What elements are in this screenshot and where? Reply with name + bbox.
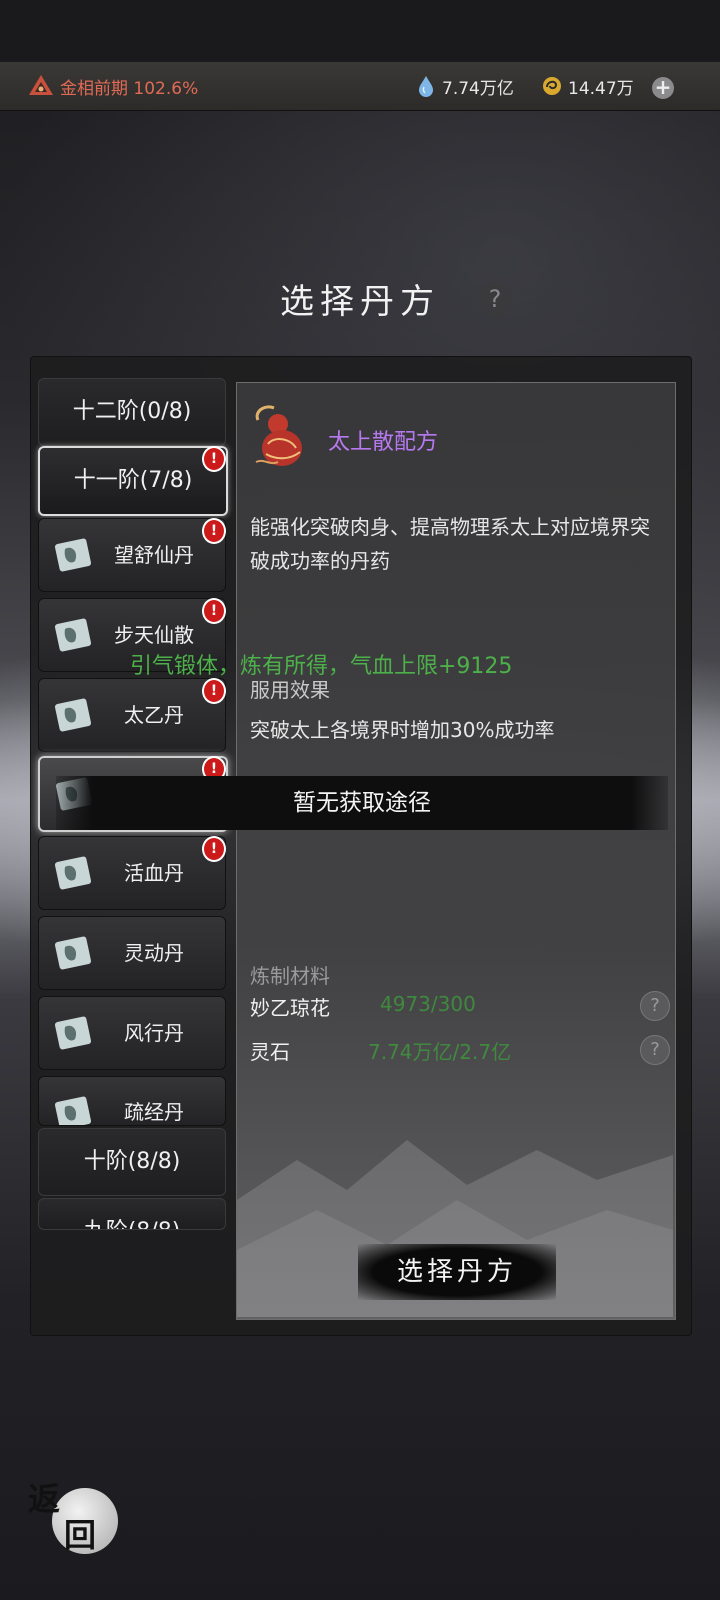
alert-badge-icon: !: [202, 598, 226, 624]
alert-badge-icon: !: [202, 446, 226, 472]
coin-icon: [543, 77, 561, 95]
pill-item-lingdong[interactable]: 灵动丹: [38, 916, 226, 990]
recipe-description: 能强化突破肉身、提高物理系太上对应境界突破成功率的丹药: [250, 515, 650, 573]
pill-item-taiyi[interactable]: 太乙丹: [38, 678, 226, 752]
recipe-scroll-icon: [54, 698, 92, 732]
realm-indicator[interactable]: 金相前期 102.6%: [26, 62, 198, 110]
page-title: 选择丹方: [280, 282, 440, 322]
water-drop-icon: [419, 76, 433, 97]
material-amount: 4973/300: [380, 992, 476, 1016]
pill-name: 太乙丹: [124, 703, 184, 727]
pill-name: 灵动丹: [124, 941, 184, 965]
recipe-scroll-icon: [54, 936, 92, 970]
realm-text: 金相前期 102.6%: [60, 78, 199, 99]
pill-name: 望舒仙丹: [114, 543, 194, 567]
recipe-scroll-icon: [54, 538, 92, 572]
recipe-scroll-icon: [54, 1016, 92, 1050]
pill-item-huoxue[interactable]: 活血丹: [38, 836, 226, 910]
cultivation-toast: 引气锻体，炼有所得，气血上限+9125: [130, 654, 513, 679]
recipe-scroll-icon: [54, 856, 92, 890]
material-name: 灵石: [250, 1040, 290, 1064]
plus-icon: +: [654, 75, 672, 99]
material-help-button[interactable]: ?: [640, 1035, 670, 1065]
pill-name: 疏经丹: [124, 1100, 184, 1124]
pill-name: 活血丹: [124, 861, 184, 885]
pill-name: 风行丹: [124, 1021, 184, 1045]
tier-10-button[interactable]: 十阶(8/8): [38, 1128, 226, 1196]
material-name: 妙乙琼花: [250, 996, 330, 1020]
material-amount: 7.74万亿/2.7亿: [368, 1040, 512, 1064]
recipe-name: 太上散配方: [328, 430, 439, 455]
realm-crest-icon: [29, 75, 53, 95]
recipe-scroll-icon: [54, 1096, 92, 1125]
effect-text: 突破太上各境界时增加30%成功率: [250, 718, 555, 742]
coin-amount: 14.47万: [568, 78, 634, 99]
top-decorative-pattern: [0, 0, 720, 62]
recipe-gourd-icon: [255, 405, 302, 466]
help-button[interactable]: ?: [478, 282, 512, 316]
back-button[interactable]: 返 回: [28, 1480, 118, 1562]
recipe-scroll-icon: [54, 618, 92, 652]
tier-12-button[interactable]: 十二阶(0/8): [38, 378, 226, 446]
material-help-button[interactable]: ?: [640, 991, 670, 1021]
back-char-1: 返: [28, 1480, 61, 1518]
materials-heading: 炼制材料: [250, 964, 330, 988]
acquisition-banner-text: 暂无获取途径: [293, 790, 431, 816]
alert-badge-icon: !: [202, 836, 226, 862]
status-bar: 金相前期 102.6% 7.74万亿 14.47万: [0, 62, 720, 111]
spirit-stone-counter[interactable]: 7.74万亿: [416, 62, 514, 110]
alert-badge-icon: !: [202, 518, 226, 544]
spirit-stone-amount: 7.74万亿: [442, 78, 514, 99]
pill-item-shujing[interactable]: 疏经丹: [38, 1076, 226, 1126]
add-currency-button[interactable]: +: [652, 77, 674, 99]
choose-recipe-button[interactable]: 选择丹方: [358, 1244, 556, 1300]
tier-9-button[interactable]: 九阶(8/8): [38, 1198, 226, 1230]
alert-badge-icon: !: [202, 678, 226, 704]
pill-item-wangshu[interactable]: 望舒仙丹: [38, 518, 226, 592]
pill-item-fengxing[interactable]: 风行丹: [38, 996, 226, 1070]
back-char-2: 回: [64, 1516, 97, 1554]
tier-11-button[interactable]: 十一阶(7/8): [38, 446, 228, 516]
coin-counter[interactable]: 14.47万: [542, 62, 634, 110]
